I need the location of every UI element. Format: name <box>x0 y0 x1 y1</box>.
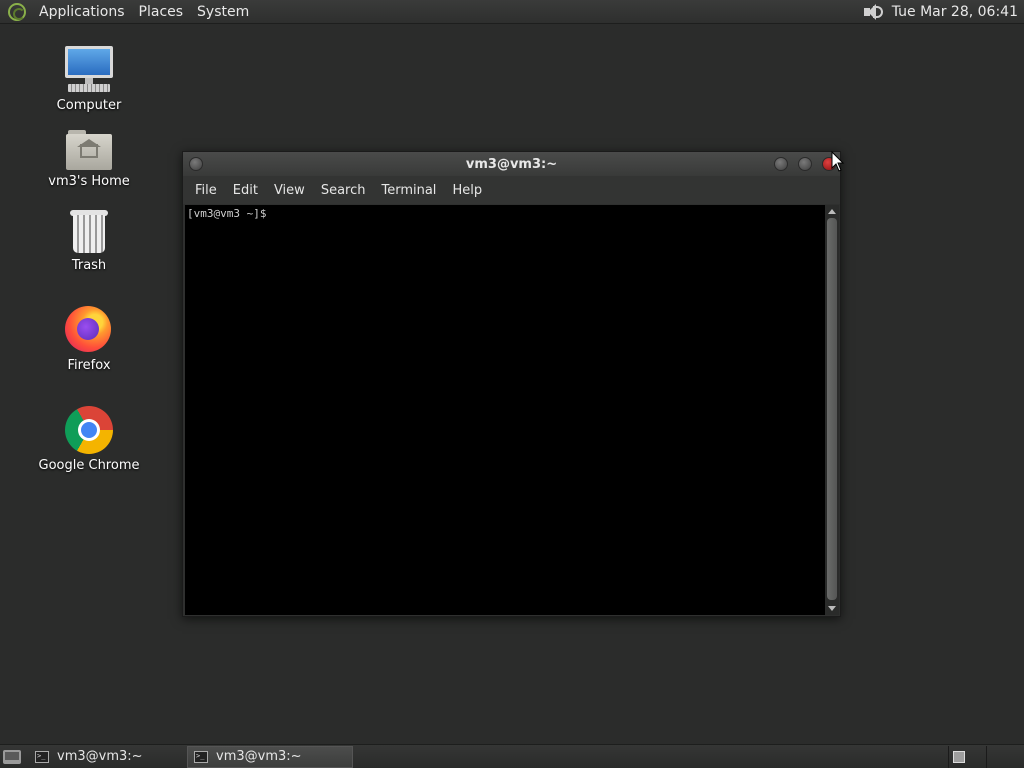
desktop-icon-label: vm3's Home <box>48 174 130 189</box>
menu-search[interactable]: Search <box>313 183 374 198</box>
terminal-icon: >_ <box>35 750 49 763</box>
workspace-switcher <box>948 745 1024 768</box>
applications-menu[interactable]: Applications <box>32 0 132 24</box>
places-menu[interactable]: Places <box>132 0 191 24</box>
desktop-icon-computer[interactable]: Computer <box>34 46 144 114</box>
shell-prompt: [vm3@vm3 ~]$ <box>187 207 267 220</box>
bottom-panel: >_ vm3@vm3:~ >_ vm3@vm3:~ <box>0 744 1024 768</box>
maximize-button[interactable] <box>798 157 812 171</box>
scroll-down-arrow-icon[interactable] <box>828 606 836 611</box>
terminal-window[interactable]: vm3@vm3:~ File Edit View Search Terminal… <box>182 151 841 617</box>
home-folder-icon <box>66 130 112 170</box>
desktop-icon-label: Computer <box>56 98 122 113</box>
volume-icon[interactable] <box>862 2 884 22</box>
distro-logo-icon[interactable] <box>8 2 26 21</box>
desktop-icon-home[interactable]: vm3's Home <box>34 130 144 190</box>
clock[interactable]: Tue Mar 28, 06:41 <box>892 4 1024 20</box>
terminal-scrollbar[interactable] <box>825 205 839 615</box>
terminal-menubar: File Edit View Search Terminal Help <box>183 176 840 204</box>
taskbar-item[interactable]: >_ vm3@vm3:~ <box>29 746 179 768</box>
terminal-icon: >_ <box>194 750 208 763</box>
menu-edit[interactable]: Edit <box>225 183 266 198</box>
taskbar-item-label: vm3@vm3:~ <box>216 749 302 764</box>
desktop-icon-chrome[interactable]: Google Chrome <box>34 406 144 474</box>
minimize-button[interactable] <box>774 157 788 171</box>
menu-file[interactable]: File <box>187 183 225 198</box>
system-menu[interactable]: System <box>190 0 256 24</box>
firefox-icon <box>65 306 113 354</box>
workspace-1[interactable] <box>948 745 986 768</box>
desktop-icon-label: Trash <box>71 258 107 273</box>
menu-terminal[interactable]: Terminal <box>373 183 444 198</box>
taskbar-item-active[interactable]: >_ vm3@vm3:~ <box>187 745 353 768</box>
menu-help[interactable]: Help <box>444 183 490 198</box>
desktop-icon-label: Firefox <box>67 358 111 373</box>
scroll-thumb[interactable] <box>827 218 837 600</box>
panel-tray: Tue Mar 28, 06:41 <box>862 0 1024 24</box>
taskbar-item-label: vm3@vm3:~ <box>57 749 143 764</box>
window-title: vm3@vm3:~ <box>465 156 558 172</box>
window-titlebar[interactable]: vm3@vm3:~ <box>183 152 840 176</box>
window-menu-button[interactable] <box>189 157 203 171</box>
menu-view[interactable]: View <box>266 183 313 198</box>
chrome-icon <box>65 406 113 454</box>
mouse-pointer-icon <box>831 150 845 172</box>
trash-icon <box>70 210 108 254</box>
desktop-icon-trash[interactable]: Trash <box>34 210 144 274</box>
desktop-icon-firefox[interactable]: Firefox <box>34 306 144 374</box>
show-desktop-icon[interactable] <box>3 749 21 764</box>
workspace-2[interactable] <box>986 745 1024 768</box>
terminal-output[interactable]: [vm3@vm3 ~]$ <box>185 205 827 615</box>
desktop-icon-label: Google Chrome <box>38 458 140 473</box>
top-panel: Applications Places System Tue Mar 28, 0… <box>0 0 1024 24</box>
computer-icon <box>64 46 114 94</box>
scroll-up-arrow-icon[interactable] <box>828 209 836 214</box>
